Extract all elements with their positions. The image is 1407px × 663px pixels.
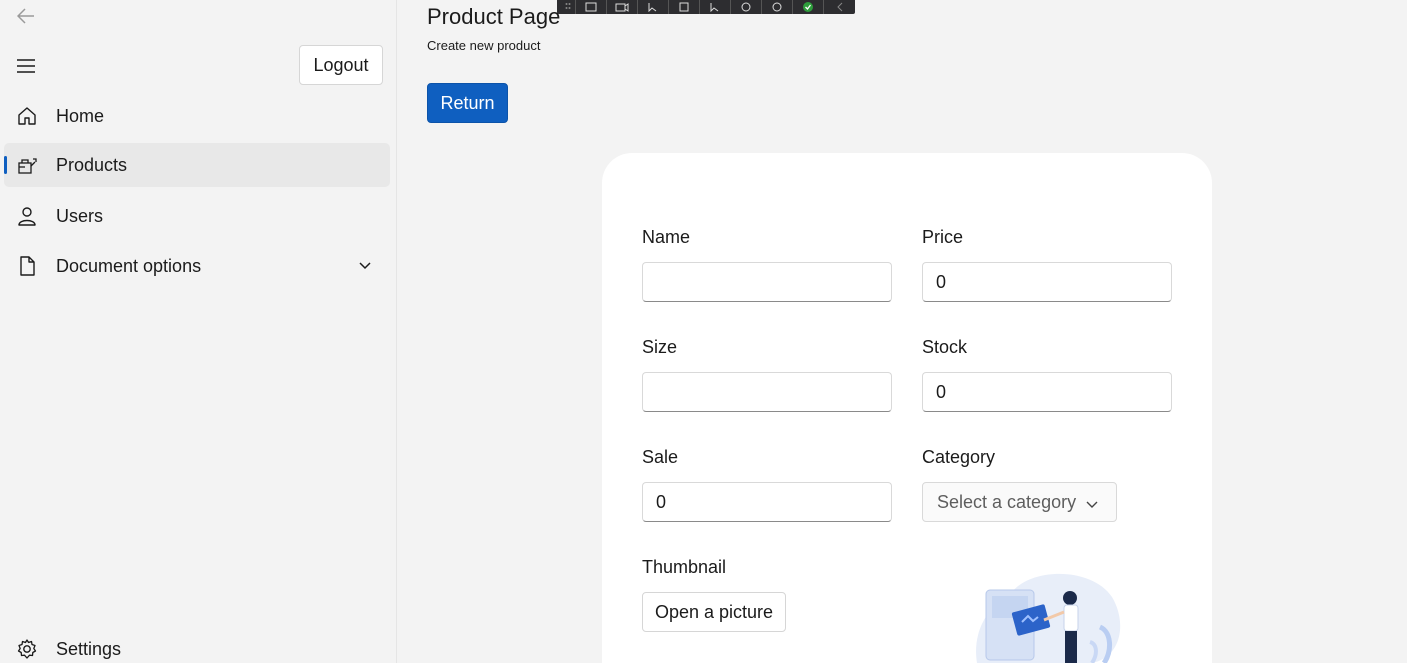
stock-label: Stock [922, 337, 968, 357]
nav-item-label: Home [56, 105, 105, 126]
products-icon [16, 154, 38, 176]
track-focus-icon[interactable] [700, 0, 732, 14]
grip-icon[interactable] [561, 0, 577, 14]
category-placeholder: Select a category [937, 491, 1077, 512]
select-element-icon[interactable] [638, 0, 670, 14]
category-select[interactable]: Select a category [922, 482, 1117, 522]
nav-item-label: Settings [56, 638, 122, 659]
hamburger-menu-icon[interactable] [10, 52, 42, 80]
thumbnail-placeholder-illustration [972, 572, 1124, 663]
collapse-toolbar-icon[interactable] [824, 0, 855, 14]
document-icon [16, 255, 38, 277]
price-label: Price [922, 227, 964, 247]
camera-icon[interactable] [607, 0, 639, 14]
xaml-binding-icon[interactable] [762, 0, 794, 14]
nav-item-label: Products [56, 154, 128, 175]
nav-item-home[interactable]: Home [4, 94, 390, 138]
page-subtitle: Create new product [427, 38, 541, 53]
open-picture-button[interactable]: Open a picture [642, 592, 786, 632]
nav-item-settings[interactable]: Settings [4, 627, 390, 663]
live-tree-icon[interactable] [576, 0, 608, 14]
return-button[interactable]: Return [427, 83, 508, 123]
sale-field[interactable]: 0 [642, 482, 892, 522]
user-icon [16, 205, 38, 227]
debug-toolbar [557, 0, 855, 14]
nav-item-products[interactable]: Products [4, 143, 390, 187]
thumbnail-label: Thumbnail [642, 557, 727, 577]
size-field[interactable] [642, 372, 892, 412]
nav-item-label: Document options [56, 255, 202, 276]
sale-label: Sale [642, 447, 679, 467]
size-label: Size [642, 337, 678, 357]
page-title: Product Page [427, 4, 561, 29]
gear-icon [16, 638, 38, 660]
price-field[interactable]: 0 [922, 262, 1172, 302]
nav-item-document-options[interactable]: Document options [4, 244, 390, 288]
navigation-pane: Logout Home Products Users Document opti… [0, 0, 397, 663]
home-icon [16, 105, 38, 127]
name-label: Name [642, 227, 691, 247]
logout-button[interactable]: Logout [299, 45, 383, 85]
chevron-down-icon [1085, 496, 1099, 510]
layout-adorner-icon[interactable] [669, 0, 701, 14]
stock-field[interactable]: 0 [922, 372, 1172, 412]
category-label: Category [922, 447, 996, 467]
nav-item-label: Users [56, 205, 104, 226]
accessibility-icon[interactable] [731, 0, 763, 14]
hot-reload-check-icon[interactable] [793, 0, 825, 14]
back-arrow-icon[interactable] [12, 4, 40, 28]
nav-item-users[interactable]: Users [4, 194, 390, 238]
chevron-down-icon[interactable] [358, 259, 372, 273]
name-field[interactable] [642, 262, 892, 302]
selection-indicator [4, 156, 7, 174]
